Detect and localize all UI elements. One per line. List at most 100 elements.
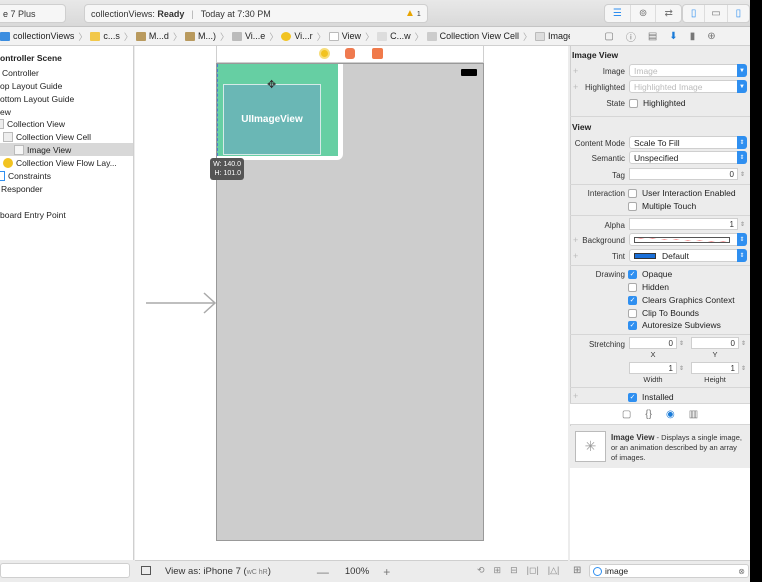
- code-snippet-icon[interactable]: {}: [645, 409, 652, 420]
- outline-item-constraints[interactable]: Constraints: [0, 169, 51, 182]
- outline-item-collection-view[interactable]: Collection View: [0, 117, 65, 130]
- multiple-touch-checkbox[interactable]: Multiple Touch: [628, 201, 696, 211]
- resize-handle-icon[interactable]: ✥: [267, 78, 276, 91]
- content-mode-select[interactable]: Scale To Fill ⇕: [629, 136, 747, 149]
- outline-item-collection-view-cell[interactable]: Collection View Cell: [3, 130, 91, 143]
- background-color-select[interactable]: ⇕: [629, 233, 747, 246]
- resolve-issues-icon[interactable]: |△|: [548, 565, 560, 576]
- crumb-scene[interactable]: Vi...e 〉: [231, 30, 278, 43]
- stretch-width-field[interactable]: 1: [629, 362, 677, 374]
- outline-item-entry-point[interactable]: board Entry Point: [0, 208, 66, 221]
- highlighted-image-combo[interactable]: Highlighted Image ▼: [629, 80, 747, 93]
- attributes-inspector-icon[interactable]: ⬇: [669, 31, 677, 42]
- quick-help-icon[interactable]: ⓘ: [626, 29, 636, 44]
- zoom-in-button[interactable]: +: [383, 565, 390, 579]
- warning-indicator[interactable]: ▲ 1: [405, 8, 421, 19]
- stretch-height-field[interactable]: 1: [691, 362, 739, 374]
- crumb-view-controller[interactable]: Vi...r 〉: [281, 30, 326, 43]
- library-filter-field[interactable]: image ⊗: [589, 564, 749, 578]
- stretch-y-field[interactable]: 0: [691, 337, 739, 349]
- checkbox-box: [628, 201, 637, 211]
- chevron-down-icon[interactable]: ▼: [737, 64, 747, 77]
- clears-graphics-checkbox[interactable]: ✓ Clears Graphics Context: [628, 295, 735, 305]
- navigator-toggle-icon[interactable]: ▯: [683, 5, 706, 22]
- crumb-collection-view[interactable]: C...w 〉: [377, 30, 424, 43]
- connections-inspector-icon[interactable]: ⊕: [707, 31, 715, 42]
- autoresize-checkbox[interactable]: ✓ Autoresize Subviews: [628, 320, 721, 330]
- exit-icon[interactable]: [372, 48, 383, 59]
- view-controller-icon[interactable]: [319, 48, 330, 59]
- hidden-checkbox[interactable]: Hidden: [628, 282, 669, 292]
- stretch-x-stepper[interactable]: ⇕: [678, 337, 685, 349]
- library-item-description: Image View - Displays a single image, or…: [611, 433, 745, 463]
- crumb-folder[interactable]: c...s 〉: [90, 30, 133, 43]
- crumb-view[interactable]: View 〉: [328, 30, 374, 43]
- outline-item-bottom-layout-guide[interactable]: ottom Layout Guide: [0, 92, 74, 105]
- clip-to-bounds-checkbox[interactable]: Clip To Bounds: [628, 308, 699, 318]
- stretch-height-stepper[interactable]: ⇕: [740, 362, 747, 374]
- crumb-storyboard[interactable]: M...d 〉: [135, 30, 182, 43]
- view-as-button[interactable]: View as: iPhone 7 (wC hR): [165, 566, 271, 577]
- checkbox-label: Installed: [642, 392, 674, 402]
- clear-icon[interactable]: ⊗: [738, 567, 745, 576]
- stretch-width-stepper[interactable]: ⇕: [678, 362, 685, 374]
- chevron-down-icon[interactable]: ▼: [737, 80, 747, 93]
- warning-count: 1: [416, 11, 421, 18]
- checkbox-box: ✓: [628, 269, 637, 279]
- installed-checkbox[interactable]: ✓ Installed: [628, 392, 674, 402]
- outline-item-flow-layout[interactable]: Collection View Flow Lay...: [3, 156, 117, 169]
- highlighted-checkbox[interactable]: Highlighted: [629, 98, 686, 108]
- crumb-project[interactable]: collectionViews 〉: [0, 30, 87, 43]
- divider: [570, 116, 750, 117]
- tag-stepper[interactable]: ⇕: [739, 168, 746, 180]
- outline-label: board Entry Point: [0, 209, 66, 220]
- debug-toggle-icon[interactable]: ▭: [705, 5, 728, 22]
- semantic-select[interactable]: Unspecified ⇕: [629, 151, 747, 164]
- object-library-icon[interactable]: ◉: [666, 409, 675, 420]
- crumb-storyboard-base[interactable]: M...) 〉: [184, 30, 229, 43]
- add-variation-icon[interactable]: +: [573, 391, 578, 401]
- outline-item-top-layout-guide[interactable]: op Layout Guide: [0, 79, 62, 92]
- media-library-icon[interactable]: ▥: [689, 409, 698, 420]
- image-view[interactable]: UIImageView: [223, 84, 321, 155]
- outline-filter-field[interactable]: [0, 563, 130, 578]
- tint-label: Tint: [611, 252, 625, 261]
- size-inspector-icon[interactable]: ▮: [690, 31, 696, 42]
- crumb-cell[interactable]: Collection View Cell 〉: [426, 30, 532, 43]
- stretch-x-field[interactable]: 0: [629, 337, 677, 349]
- scheme-selector[interactable]: e 7 Plus: [0, 4, 66, 23]
- crumb-label: C...w: [390, 31, 411, 41]
- version-editor-icon[interactable]: ⇄: [656, 5, 681, 22]
- crumb-image-view[interactable]: Image View: [535, 31, 570, 41]
- stretch-y-stepper[interactable]: ⇕: [740, 337, 747, 349]
- image-combo[interactable]: Image ▼: [629, 64, 747, 77]
- first-responder-icon[interactable]: [345, 48, 355, 59]
- zoom-out-button[interactable]: —: [317, 565, 329, 579]
- outline-item-first-responder[interactable]: Responder: [1, 182, 43, 195]
- outline-item-scene[interactable]: ontroller Scene: [0, 51, 62, 64]
- embed-stack-icon[interactable]: ⊞: [494, 565, 502, 576]
- file-template-icon[interactable]: ▢: [622, 409, 631, 420]
- align-icon[interactable]: ⊟: [510, 565, 518, 576]
- update-frames-icon[interactable]: ⟲: [477, 565, 485, 576]
- up-down-icon: ⇕: [737, 233, 747, 246]
- alpha-stepper[interactable]: ⇕: [739, 218, 746, 230]
- opaque-checkbox[interactable]: ✓ Opaque: [628, 269, 672, 279]
- assistant-editor-icon[interactable]: ⊚: [631, 5, 657, 22]
- standard-editor-icon[interactable]: ☰: [605, 5, 631, 22]
- outline-item-image-view[interactable]: Image View: [0, 143, 133, 156]
- outline-item-controller[interactable]: Controller: [2, 66, 39, 79]
- entry-point-arrow[interactable]: [146, 292, 218, 314]
- outline-toggle-icon[interactable]: [141, 566, 151, 575]
- tint-color-select[interactable]: Default ⇕: [629, 249, 747, 262]
- file-inspector-icon[interactable]: ▢: [604, 31, 613, 42]
- grid-view-icon[interactable]: ⊞: [573, 565, 581, 576]
- user-interaction-checkbox[interactable]: User Interaction Enabled: [628, 188, 736, 198]
- pin-icon[interactable]: |◻|: [527, 565, 539, 576]
- utilities-toggle-icon[interactable]: ▯: [728, 5, 749, 22]
- tag-field[interactable]: 0: [629, 168, 738, 180]
- collection-view-icon: [377, 31, 388, 41]
- identity-inspector-icon[interactable]: ▤: [648, 31, 657, 42]
- checkbox-box: ✓: [628, 320, 637, 330]
- alpha-field[interactable]: 1: [629, 218, 738, 230]
